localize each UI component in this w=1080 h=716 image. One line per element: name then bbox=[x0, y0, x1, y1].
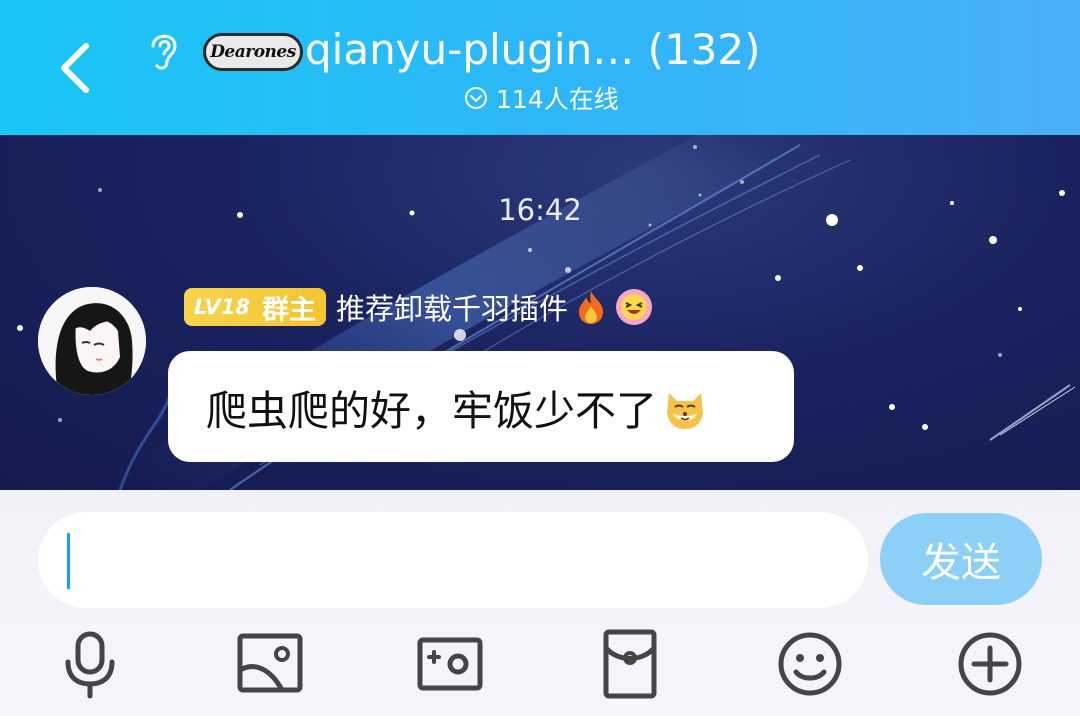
sender-name[interactable]: 推荐卸载千羽插件 bbox=[336, 286, 568, 328]
avatar[interactable] bbox=[38, 287, 146, 395]
grinning-flower-emoji-icon bbox=[615, 289, 652, 325]
composer: 发送 bbox=[0, 490, 1080, 716]
message-text: 爬虫爬的好，牢饭少不了 bbox=[206, 386, 657, 435]
chat-area[interactable]: 16:42 LV18 群主 推荐卸载千羽插件 爬虫爬的好，牢饭少不了 bbox=[0, 135, 1080, 490]
red-packet-icon[interactable] bbox=[594, 628, 666, 700]
emoji-smile-icon[interactable] bbox=[774, 628, 846, 700]
level-badge: LV18 bbox=[194, 295, 250, 319]
group-title[interactable]: qianyu-plugin… (132) bbox=[305, 22, 761, 78]
fire-emoji-icon bbox=[578, 291, 604, 324]
ear-icon[interactable] bbox=[143, 28, 183, 74]
member-badge: LV18 群主 bbox=[184, 288, 326, 326]
microphone-icon[interactable] bbox=[54, 628, 126, 700]
role-badge: 群主 bbox=[261, 294, 316, 326]
text-caret bbox=[67, 533, 70, 589]
group-logo-text: Dearones bbox=[210, 42, 296, 62]
plus-circle-icon[interactable] bbox=[954, 628, 1026, 700]
chat-header: Dearones qianyu-plugin… (132) 114人在线 bbox=[0, 0, 1080, 135]
group-logo: Dearones bbox=[203, 33, 303, 71]
message-timestamp: 16:42 bbox=[498, 193, 582, 227]
avatar-image bbox=[38, 287, 146, 395]
message-bubble[interactable]: 爬虫爬的好，牢饭少不了 bbox=[168, 351, 794, 462]
back-button[interactable] bbox=[48, 34, 108, 98]
message-input[interactable] bbox=[38, 512, 868, 608]
camera-icon[interactable] bbox=[414, 628, 486, 700]
shiba-dog-emoji-icon bbox=[667, 392, 703, 429]
circle-chevron-down-icon bbox=[465, 87, 487, 109]
chevron-left-icon bbox=[61, 43, 89, 93]
sender-info: LV18 群主 推荐卸载千羽插件 bbox=[184, 285, 654, 329]
online-count[interactable]: 114人在线 bbox=[464, 82, 619, 114]
send-button[interactable]: 发送 bbox=[880, 513, 1042, 605]
online-count-text: 114人在线 bbox=[496, 85, 619, 114]
image-icon[interactable] bbox=[234, 628, 306, 700]
